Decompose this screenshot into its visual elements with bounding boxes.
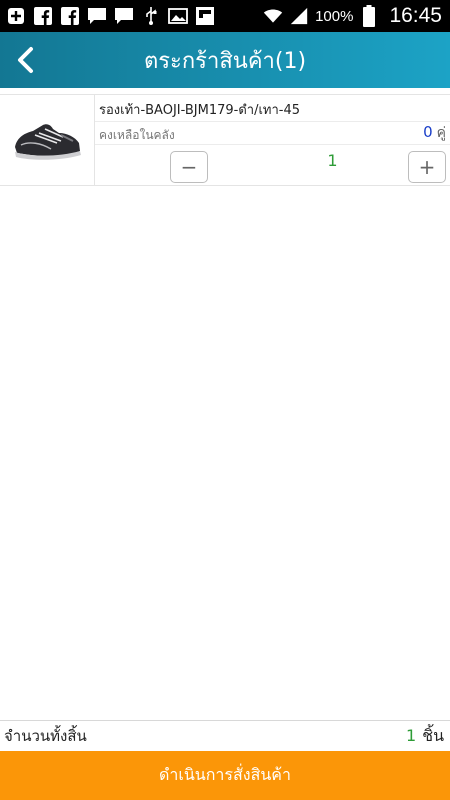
total-count: 1 bbox=[406, 725, 417, 745]
cart-item-details: รองเท้า-BAOJI-BJM179-ดำ/เทา-45 คงเหลือใน… bbox=[95, 95, 450, 185]
facebook-icon bbox=[60, 7, 80, 25]
shoe-image bbox=[15, 123, 81, 160]
chat-icon bbox=[114, 7, 134, 25]
cart-item: รองเท้า-BAOJI-BJM179-ดำ/เทา-45 คงเหลือใน… bbox=[0, 94, 450, 186]
wifi-icon bbox=[263, 7, 283, 25]
status-bar: 100% 16:45 bbox=[0, 0, 450, 32]
total-unit: ชิ้น bbox=[422, 725, 444, 745]
checkout-button[interactable]: ดำเนินการสั่งสินค้า bbox=[0, 751, 450, 800]
stock-row: คงเหลือในคลัง 0 คู่ bbox=[95, 121, 450, 145]
system-indicators: 100% 16:45 bbox=[263, 4, 450, 28]
total-value: 1 ชิ้น bbox=[406, 724, 450, 749]
battery-percent: 100% bbox=[315, 7, 354, 25]
image-icon bbox=[168, 7, 188, 25]
stock-label: คงเหลือในคลัง bbox=[99, 128, 175, 142]
battery-icon bbox=[359, 5, 379, 27]
app-header: ตระกร้าสินค้า(1) bbox=[0, 32, 450, 88]
plus-icon bbox=[6, 7, 26, 25]
page-title: ตระกร้าสินค้า(1) bbox=[143, 48, 307, 74]
total-bar: จำนวนทั้งสิ้น 1 ชิ้น bbox=[0, 720, 450, 751]
clock: 16:45 bbox=[389, 4, 442, 27]
product-name[interactable]: รองเท้า-BAOJI-BJM179-ดำ/เทา-45 bbox=[99, 99, 300, 120]
facebook-icon bbox=[33, 7, 53, 25]
notification-icons bbox=[0, 7, 215, 25]
usb-icon bbox=[141, 7, 161, 25]
increase-quantity-button[interactable]: + bbox=[408, 151, 446, 183]
quantity-value: 1 bbox=[327, 151, 338, 170]
signal-icon bbox=[289, 7, 309, 25]
back-button[interactable] bbox=[8, 42, 44, 78]
stock-unit: คู่ bbox=[436, 125, 446, 141]
flipboard-icon bbox=[195, 7, 215, 25]
chat-icon bbox=[87, 7, 107, 25]
quantity-stepper: − 1 + bbox=[95, 147, 450, 185]
product-thumbnail[interactable] bbox=[0, 95, 95, 186]
stock-value: 0 คู่ bbox=[423, 122, 446, 144]
total-label: จำนวนทั้งสิ้น bbox=[4, 727, 87, 745]
chevron-left-icon bbox=[18, 47, 33, 73]
stock-count: 0 bbox=[423, 123, 433, 141]
